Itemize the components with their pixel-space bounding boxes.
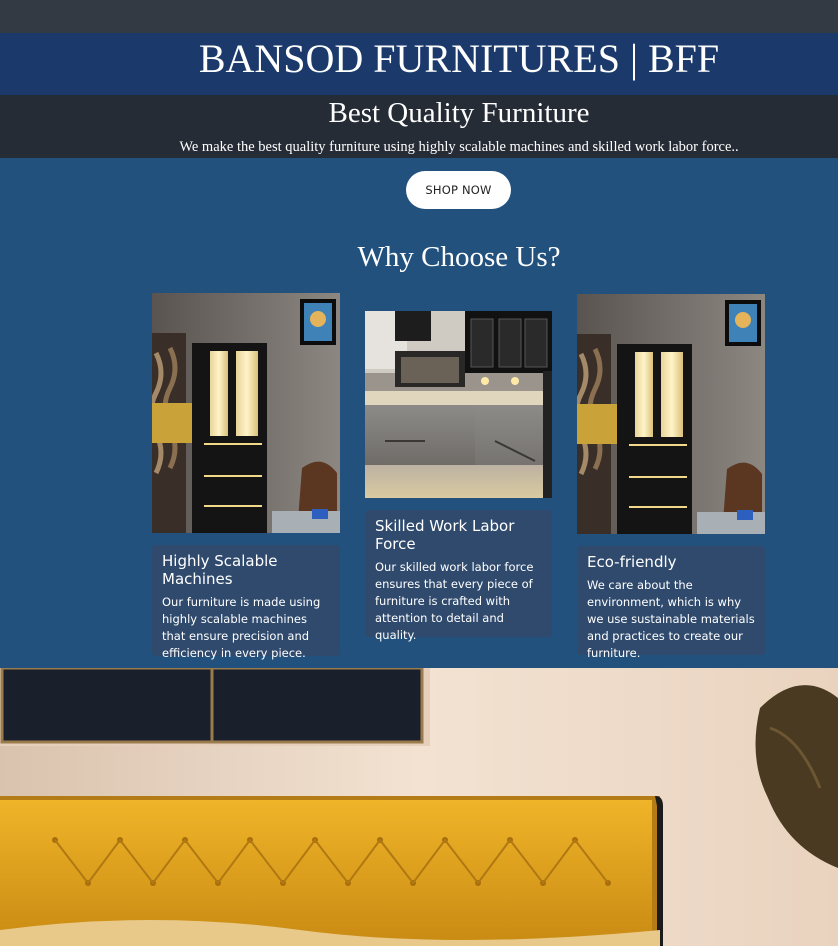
hero-strip: Best Quality Furniture We make the best …: [0, 95, 838, 158]
card-text: Our furniture is made using highly scala…: [162, 595, 321, 660]
card-text: We care about the environment, which is …: [587, 578, 755, 660]
card-eco-friendly: Eco-friendly We care about the environme…: [577, 546, 765, 660]
card-skilled-work-labor-force: Skilled Work Labor Force Our skilled wor…: [365, 510, 552, 642]
card-title: Eco-friendly: [587, 553, 677, 571]
brand-title: BANSOD FURNITURES | BFF: [198, 36, 720, 81]
card-highly-scalable-machines: Highly Scalable Machines Our furniture i…: [152, 545, 340, 660]
shop-now-button[interactable]: SHOP NOW: [406, 171, 511, 209]
card-image-kitchen: [365, 311, 552, 498]
why-choose-us-section: SHOP NOW Why Choose Us? Highly Scalable: [0, 158, 838, 668]
brand-header: BANSOD FURNITURES | BFF: [0, 33, 838, 95]
sofa-banner-image: [0, 668, 838, 946]
why-choose-us-heading: Why Choose Us?: [357, 241, 561, 273]
top-bar: [0, 0, 838, 33]
card-image-cabinet: [152, 293, 340, 533]
card-title: Skilled Work Labor Force: [375, 517, 515, 553]
hero-heading: Best Quality Furniture: [328, 97, 590, 129]
hero-tagline: We make the best quality furniture using…: [179, 139, 739, 155]
card-image-cabinet: [577, 294, 765, 534]
card-text: Our skilled work labor force ensures tha…: [375, 560, 534, 642]
card-title: Highly Scalable Machines: [162, 552, 278, 588]
